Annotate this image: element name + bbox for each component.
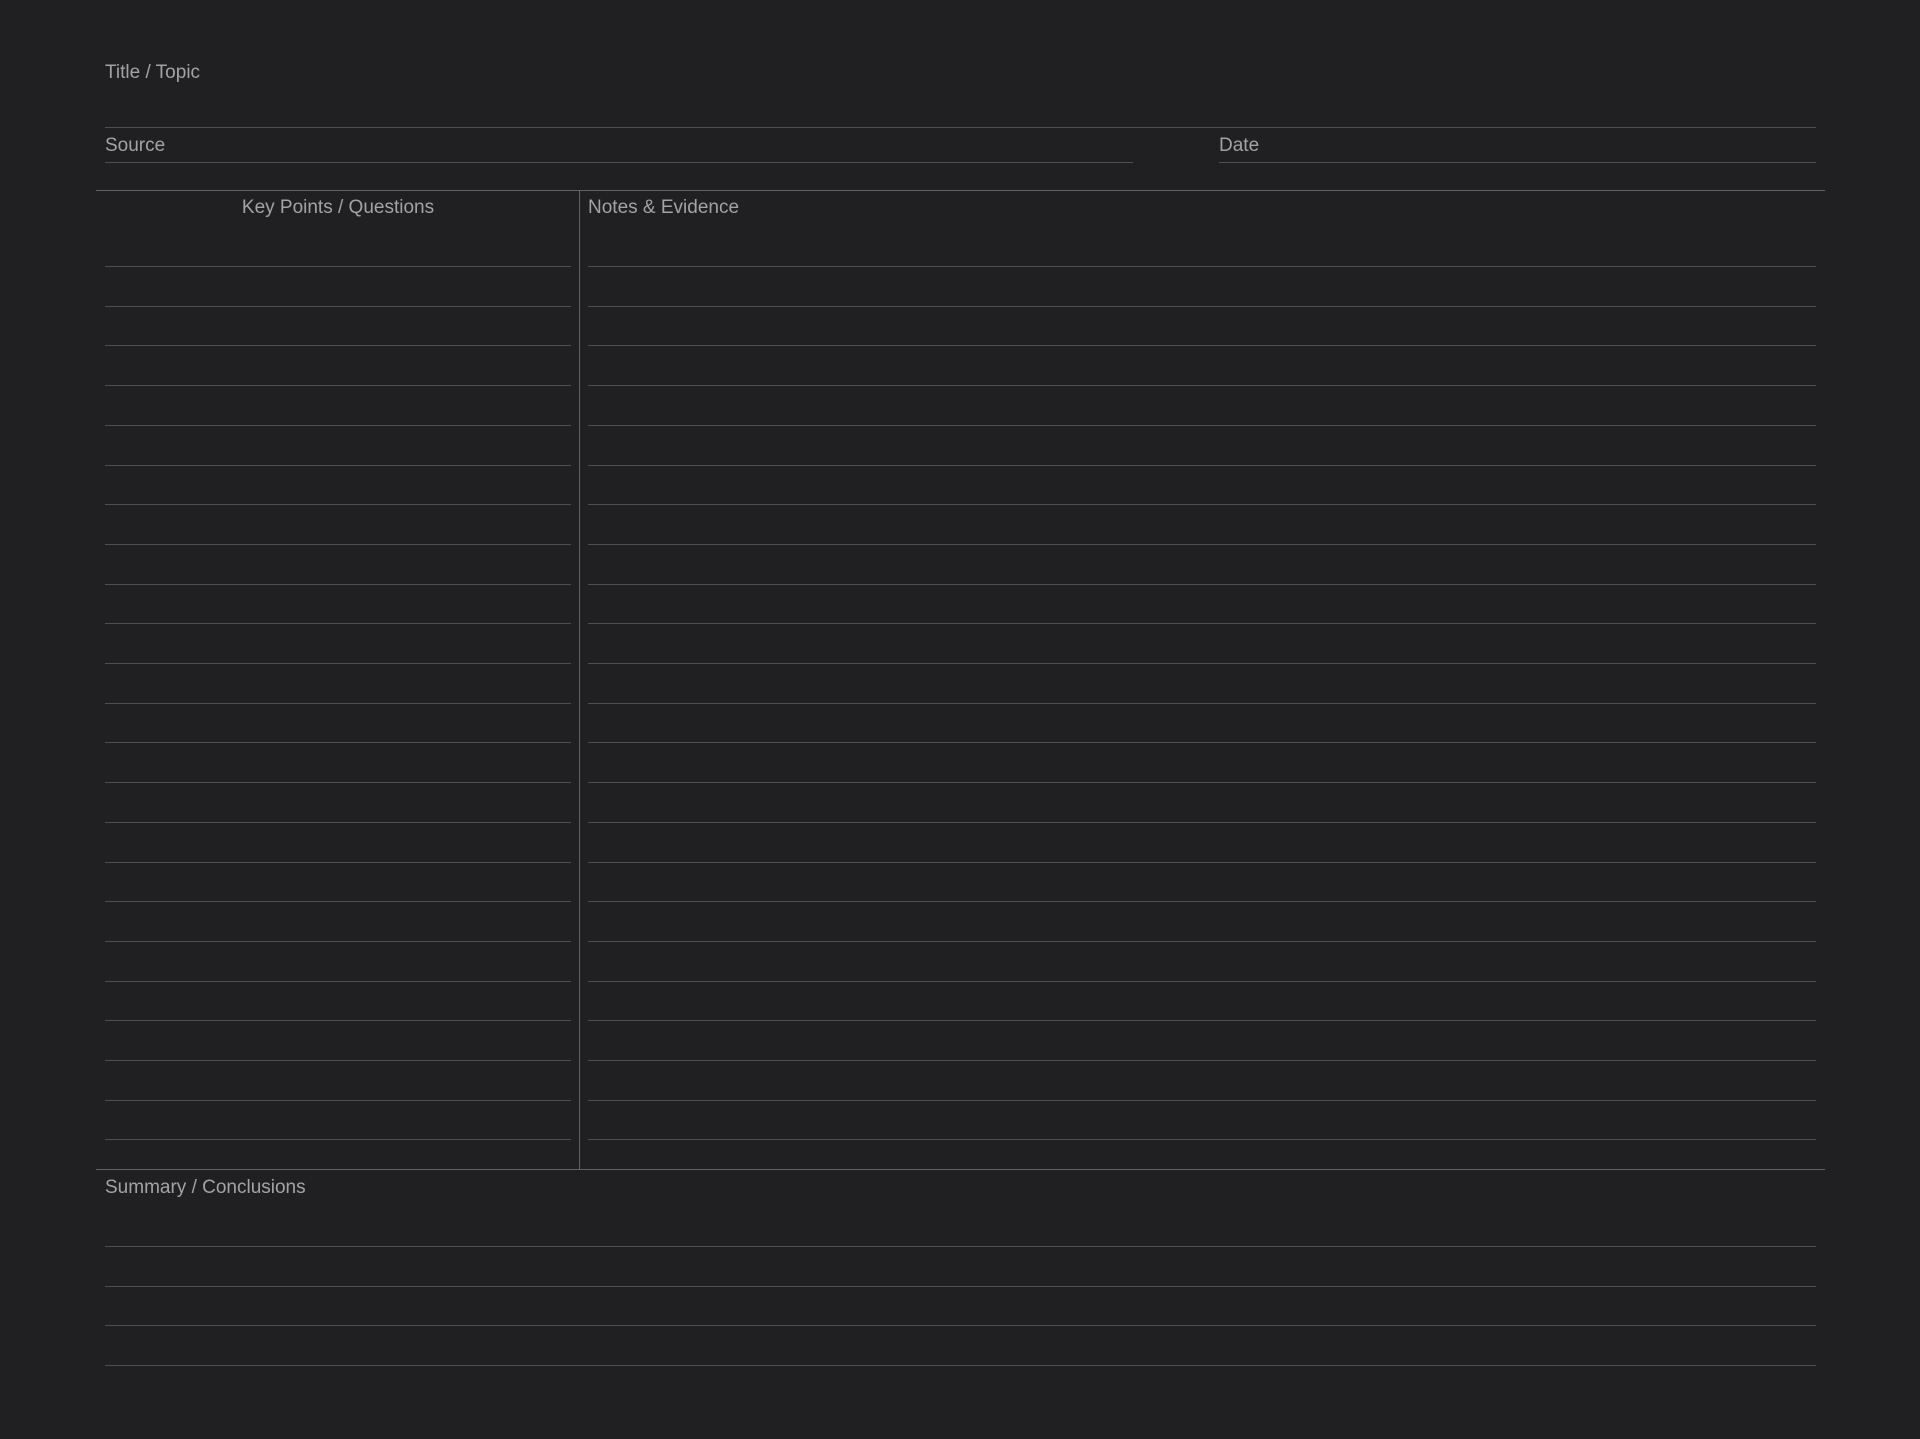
cornell-notes-page: { "header": { "title_label": "Title / To… xyxy=(0,0,1920,1439)
summary-ruled-line[interactable] xyxy=(105,1246,1816,1247)
summary-ruled-line[interactable] xyxy=(105,1286,1816,1287)
summary-lines[interactable] xyxy=(105,0,1816,1439)
summary-ruled-line[interactable] xyxy=(105,1365,1816,1366)
summary-ruled-line[interactable] xyxy=(105,1325,1816,1326)
